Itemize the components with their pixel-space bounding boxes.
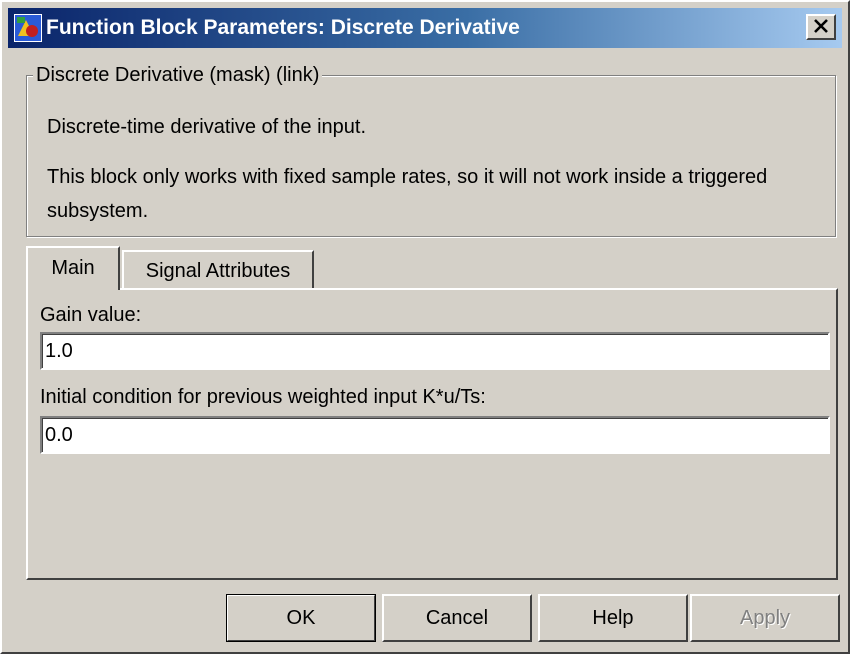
initial-condition-field[interactable]: [40, 416, 830, 454]
description-line-3: subsystem.: [47, 200, 149, 222]
initial-condition-label: Initial condition for previous weighted …: [40, 386, 486, 408]
close-icon: [813, 16, 829, 39]
main-tab-panel: Gain value: Initial condition for previo…: [26, 288, 838, 580]
close-button[interactable]: [806, 14, 836, 40]
apply-button[interactable]: Apply: [690, 594, 840, 642]
window-title: Function Block Parameters: Discrete Deri…: [46, 16, 520, 39]
description-line-1: Discrete-time derivative of the input.: [47, 116, 367, 138]
description-line-2: This block only works with fixed sample …: [47, 166, 768, 188]
description-group-title: Discrete Derivative (mask) (link): [33, 62, 323, 88]
simulink-block-icon: [14, 14, 42, 42]
ok-button[interactable]: OK: [226, 594, 376, 642]
tab-signal-attributes[interactable]: Signal Attributes: [122, 250, 314, 288]
tab-main[interactable]: Main: [26, 246, 120, 290]
title-bar[interactable]: Function Block Parameters: Discrete Deri…: [8, 8, 842, 48]
description-group: Discrete Derivative (mask) (link) Discre…: [26, 62, 836, 237]
gain-value-label: Gain value:: [40, 304, 142, 326]
cancel-button[interactable]: Cancel: [382, 594, 532, 642]
gain-value-field[interactable]: [40, 332, 830, 370]
dialog-window: Function Block Parameters: Discrete Deri…: [0, 0, 850, 654]
help-button[interactable]: Help: [538, 594, 688, 642]
